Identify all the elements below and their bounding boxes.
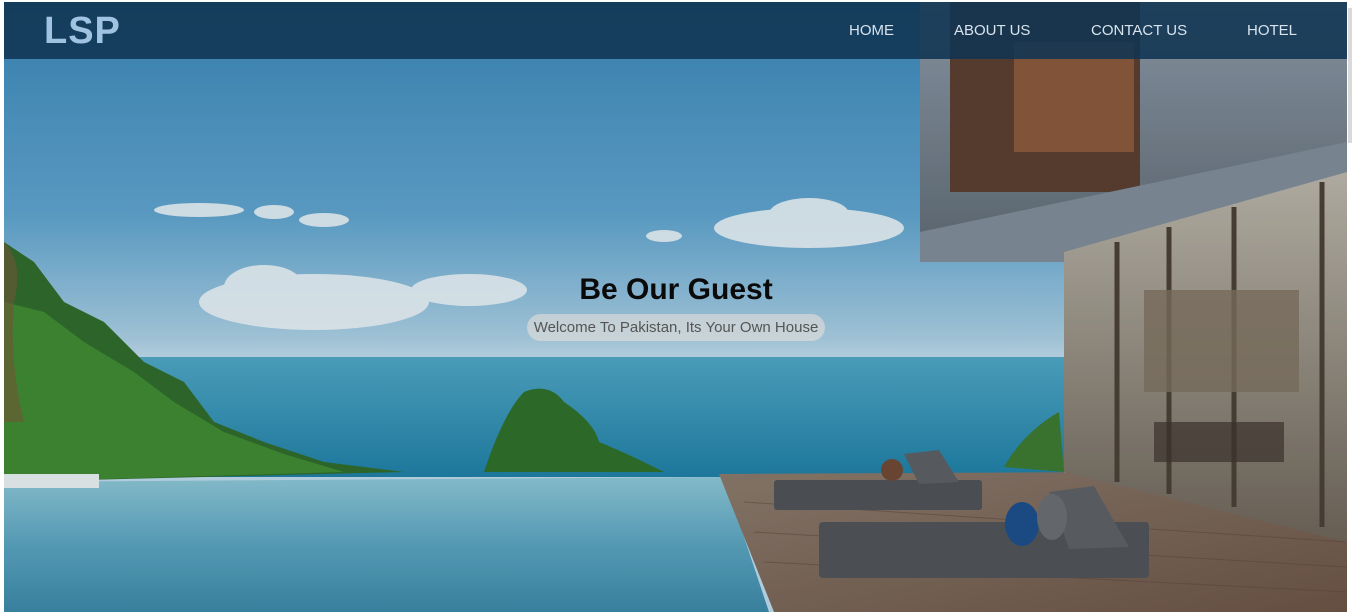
site-logo[interactable]: LSP: [44, 10, 121, 53]
nav-link-contact-us[interactable]: CONTACT US: [1091, 22, 1187, 39]
hero-title: Be Our Guest: [579, 273, 773, 306]
hero-background: [4, 2, 1347, 612]
top-navbar: LSP HOME ABOUT US CONTACT US HOTEL: [4, 2, 1347, 59]
hero-subtitle: Welcome To Pakistan, Its Your Own House: [526, 314, 826, 341]
resort-scene-image: [4, 2, 1347, 612]
nav-link-home[interactable]: HOME: [849, 22, 894, 39]
nav-link-about-us[interactable]: ABOUT US: [954, 22, 1030, 39]
scrollbar[interactable]: [1348, 8, 1352, 143]
hero-subtitle-wrap: Welcome To Pakistan, Its Your Own House: [0, 314, 1352, 341]
nav-link-hotel[interactable]: HOTEL: [1247, 22, 1297, 39]
